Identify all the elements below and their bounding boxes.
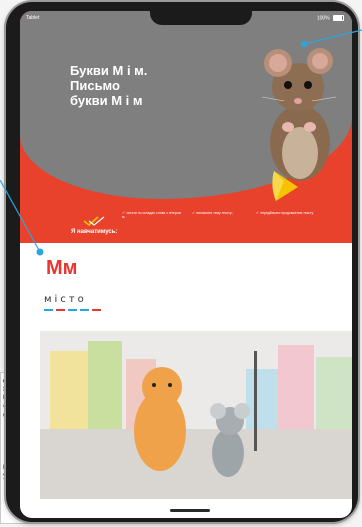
lesson-title-line: Письмо — [70, 78, 120, 93]
battery-percent: 100% — [316, 15, 330, 22]
learning-goal: ✓читати по складах слова з літерою м; — [122, 210, 182, 220]
check-icon: ✓ — [192, 210, 196, 215]
lesson-title: Букви М і м. Письмо букви М і м — [70, 63, 147, 108]
word-letter: о — [77, 294, 87, 305]
tablet-frame: Tablet 100% Букви М і м. Письмо букви М … — [6, 2, 358, 522]
home-indicator[interactable] — [170, 509, 210, 512]
word-letter: с — [60, 294, 69, 305]
learning-goal: ✓передбачати продовження тексту. — [256, 210, 316, 215]
sound-scheme-underline — [44, 309, 101, 311]
device-label: Tablet — [26, 15, 40, 21]
battery-icon — [333, 15, 344, 21]
lesson-title-line: Букви М і м. — [70, 63, 148, 78]
check-icon: ✓ — [256, 210, 260, 215]
learning-goals-label: Я навчатимусь: — [71, 229, 118, 235]
word-letter: т — [68, 294, 78, 305]
letter-heading: Мм — [46, 257, 78, 279]
screenshot-stage: О З Ва ав до Н ув Tablet 100% Букви М і … — [0, 0, 362, 527]
callout-line-left — [0, 180, 44, 256]
word-letter: м — [44, 294, 55, 305]
learning-goal: ✓визначати тему тексту; — [192, 210, 252, 215]
lesson-title-line: букви М і м — [70, 93, 143, 108]
play-icon[interactable] — [268, 169, 300, 203]
tablet-screen[interactable]: Tablet 100% Букви М і м. Письмо букви М … — [20, 11, 352, 518]
learning-goal-text: передбачати продовження тексту. — [260, 211, 314, 215]
learning-goal-text: читати по складах слова з літерою м; — [122, 211, 182, 220]
camera-notch — [150, 11, 252, 25]
check-icon: ✓ — [122, 210, 126, 215]
learning-goal-text: визначати тему тексту; — [196, 211, 233, 215]
callout-line-right — [301, 29, 362, 47]
word-scheme: місто — [44, 294, 87, 305]
battery-indicator: 100% — [317, 15, 344, 21]
mouse-photo — [261, 48, 337, 181]
city-cat-mouse-illustration — [40, 331, 352, 499]
checkmark-logo-icon — [83, 216, 105, 227]
word-letter: і — [54, 294, 61, 305]
